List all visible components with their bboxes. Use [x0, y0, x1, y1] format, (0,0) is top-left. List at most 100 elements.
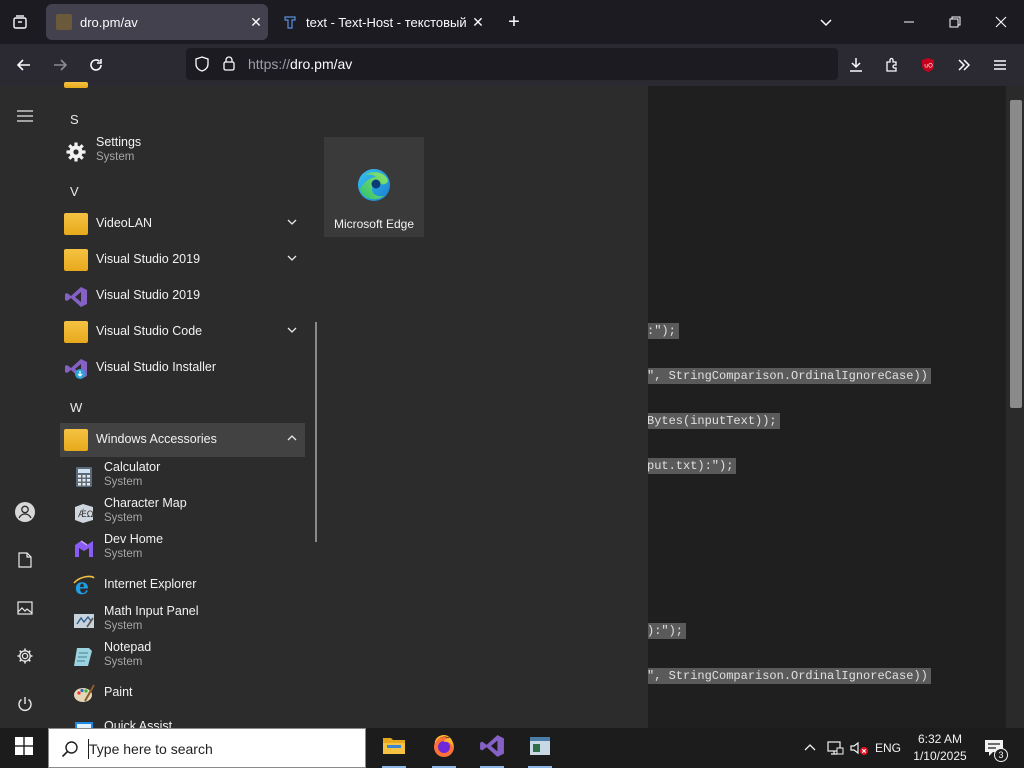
- page-scrollbar-thumb[interactable]: [1010, 100, 1022, 408]
- clock-time: 6:32 AM: [917, 732, 963, 746]
- character-map-icon: ǼΩ: [72, 501, 96, 525]
- app-math-input-panel[interactable]: Math Input Panel System: [68, 603, 305, 639]
- network-icon[interactable]: [824, 728, 846, 768]
- app-name: Visual Studio Installer: [96, 360, 216, 374]
- app-name: Windows Accessories: [96, 432, 217, 446]
- app-name: Internet Explorer: [104, 577, 197, 591]
- code-line: put.txt):");: [644, 458, 737, 474]
- app-desc: System: [104, 656, 143, 668]
- new-tab-icon[interactable]: +: [498, 6, 530, 38]
- letter-heading-s[interactable]: S: [70, 112, 79, 127]
- app-settings[interactable]: Settings System: [60, 134, 305, 170]
- app-name: Visual Studio Code: [96, 324, 203, 338]
- lock-icon[interactable]: [222, 55, 236, 76]
- svg-text:ǼΩ: ǼΩ: [78, 508, 94, 520]
- app-calculator[interactable]: Calculator System: [68, 459, 305, 495]
- firefox-icon: [432, 734, 456, 763]
- close-window-icon[interactable]: [978, 0, 1024, 44]
- internet-explorer-icon: e: [72, 573, 96, 600]
- url-host-path: dro.pm/av: [290, 56, 353, 72]
- taskbar-firefox[interactable]: [424, 728, 464, 768]
- app-vs2019-folder[interactable]: Visual Studio 2019: [60, 243, 305, 277]
- taskbar-app[interactable]: [520, 728, 560, 768]
- app-visual-studio-2019[interactable]: Visual Studio 2019: [60, 279, 305, 313]
- pictures-icon[interactable]: [9, 592, 41, 624]
- app-name: Visual Studio 2019: [96, 252, 201, 266]
- app-vscode-folder[interactable]: Visual Studio Code: [60, 315, 305, 349]
- taskbar: Type here to search ENG 6:32 AM 1/10/202…: [0, 728, 1024, 768]
- taskbar-search-box[interactable]: Type here to search: [48, 728, 366, 768]
- file-explorer-icon: [382, 736, 406, 761]
- start-button[interactable]: [0, 728, 48, 768]
- app-internet-explorer[interactable]: e Internet Explorer: [68, 567, 305, 603]
- windows-logo-icon: [15, 736, 33, 760]
- tracking-shield-icon[interactable]: [194, 56, 210, 77]
- search-placeholder: Type here to search: [89, 741, 213, 757]
- app-vs-installer[interactable]: Visual Studio Installer: [60, 351, 305, 385]
- close-tab-icon[interactable]: ✕: [466, 14, 490, 31]
- settings-gear-icon[interactable]: [9, 640, 41, 672]
- folder-icon: [64, 213, 88, 235]
- taskbar-file-explorer[interactable]: [374, 728, 414, 768]
- minimize-icon[interactable]: [886, 0, 932, 44]
- clock[interactable]: 6:32 AM 1/10/2025: [905, 731, 975, 765]
- app-videolan-folder[interactable]: VideoLAN: [60, 207, 305, 241]
- letter-heading-w[interactable]: W: [70, 400, 82, 415]
- app-dev-home[interactable]: Dev Home System: [68, 531, 305, 567]
- more-tools-icon[interactable]: [948, 49, 980, 81]
- power-icon[interactable]: [9, 688, 41, 720]
- folder-icon: [64, 429, 88, 451]
- input-language[interactable]: ENG: [872, 728, 904, 768]
- app-windows-accessories-folder[interactable]: Windows Accessories: [60, 423, 305, 457]
- tab-dro-pm[interactable]: dro.pm/av ✕: [46, 4, 268, 40]
- pinned-tile-microsoft-edge[interactable]: Microsoft Edge: [324, 137, 424, 237]
- downloads-icon[interactable]: [840, 49, 872, 81]
- app-window-icon: [528, 735, 552, 762]
- restore-icon[interactable]: [932, 0, 978, 44]
- forward-icon[interactable]: [44, 49, 76, 81]
- visual-studio-installer-icon: [64, 357, 88, 379]
- folder-icon: [64, 321, 88, 343]
- folder-icon: [64, 249, 88, 271]
- notification-count-badge: 3: [994, 748, 1008, 762]
- visual-studio-icon: [64, 285, 88, 307]
- start-menu: S Settings System V VideoLAN Visual Stud…: [0, 82, 648, 728]
- list-all-tabs-icon[interactable]: [810, 6, 842, 38]
- code-line: ", StringComparison.OrdinalIgnoreCase)): [644, 668, 931, 684]
- app-name: Dev Home: [104, 532, 164, 546]
- page-scrollbar[interactable]: [1006, 86, 1024, 728]
- close-tab-icon[interactable]: ✕: [244, 14, 268, 31]
- menu-icon[interactable]: [984, 49, 1016, 81]
- app-list-scrollbar[interactable]: [315, 322, 317, 542]
- documents-icon[interactable]: [9, 544, 41, 576]
- app-notepad[interactable]: Notepad System: [68, 639, 305, 675]
- tile-label: Microsoft Edge: [333, 217, 415, 231]
- app-character-map[interactable]: ǼΩ Character Map System: [68, 495, 305, 531]
- url-text[interactable]: https://dro.pm/av: [248, 56, 352, 72]
- show-hidden-icons[interactable]: [800, 728, 820, 768]
- reload-icon[interactable]: [80, 49, 112, 81]
- start-left-rail: [0, 86, 50, 728]
- app-name: Quick Assist: [104, 719, 173, 728]
- tab-text-host[interactable]: text - Text-Host - текстовый хо ✕: [272, 4, 490, 40]
- ublock-origin-icon[interactable]: uO: [912, 49, 944, 81]
- app-paint[interactable]: Paint: [68, 675, 305, 711]
- user-account-icon[interactable]: [9, 496, 41, 528]
- app-quick-assist[interactable]: Quick Assist: [68, 711, 305, 728]
- url-bar[interactable]: https://dro.pm/av: [186, 48, 838, 80]
- app-name: Paint: [104, 685, 133, 699]
- extensions-icon[interactable]: [876, 49, 908, 81]
- browser-tab-bar: dro.pm/av ✕ text - Text-Host - текстовый…: [0, 0, 1024, 44]
- letter-heading-v[interactable]: V: [70, 184, 79, 199]
- app-desc: System: [104, 476, 143, 488]
- back-icon[interactable]: [8, 49, 40, 81]
- volume-muted-icon[interactable]: [848, 728, 870, 768]
- code-line: Bytes(inputText));: [644, 413, 780, 429]
- tab-list-icon[interactable]: [4, 6, 36, 38]
- app-name: Notepad: [104, 640, 152, 654]
- app-desc: System: [104, 512, 143, 524]
- taskbar-visual-studio[interactable]: [472, 728, 512, 768]
- notifications-button[interactable]: 3: [980, 728, 1010, 768]
- expand-menu-icon[interactable]: [9, 100, 41, 132]
- microsoft-edge-icon: [356, 167, 392, 208]
